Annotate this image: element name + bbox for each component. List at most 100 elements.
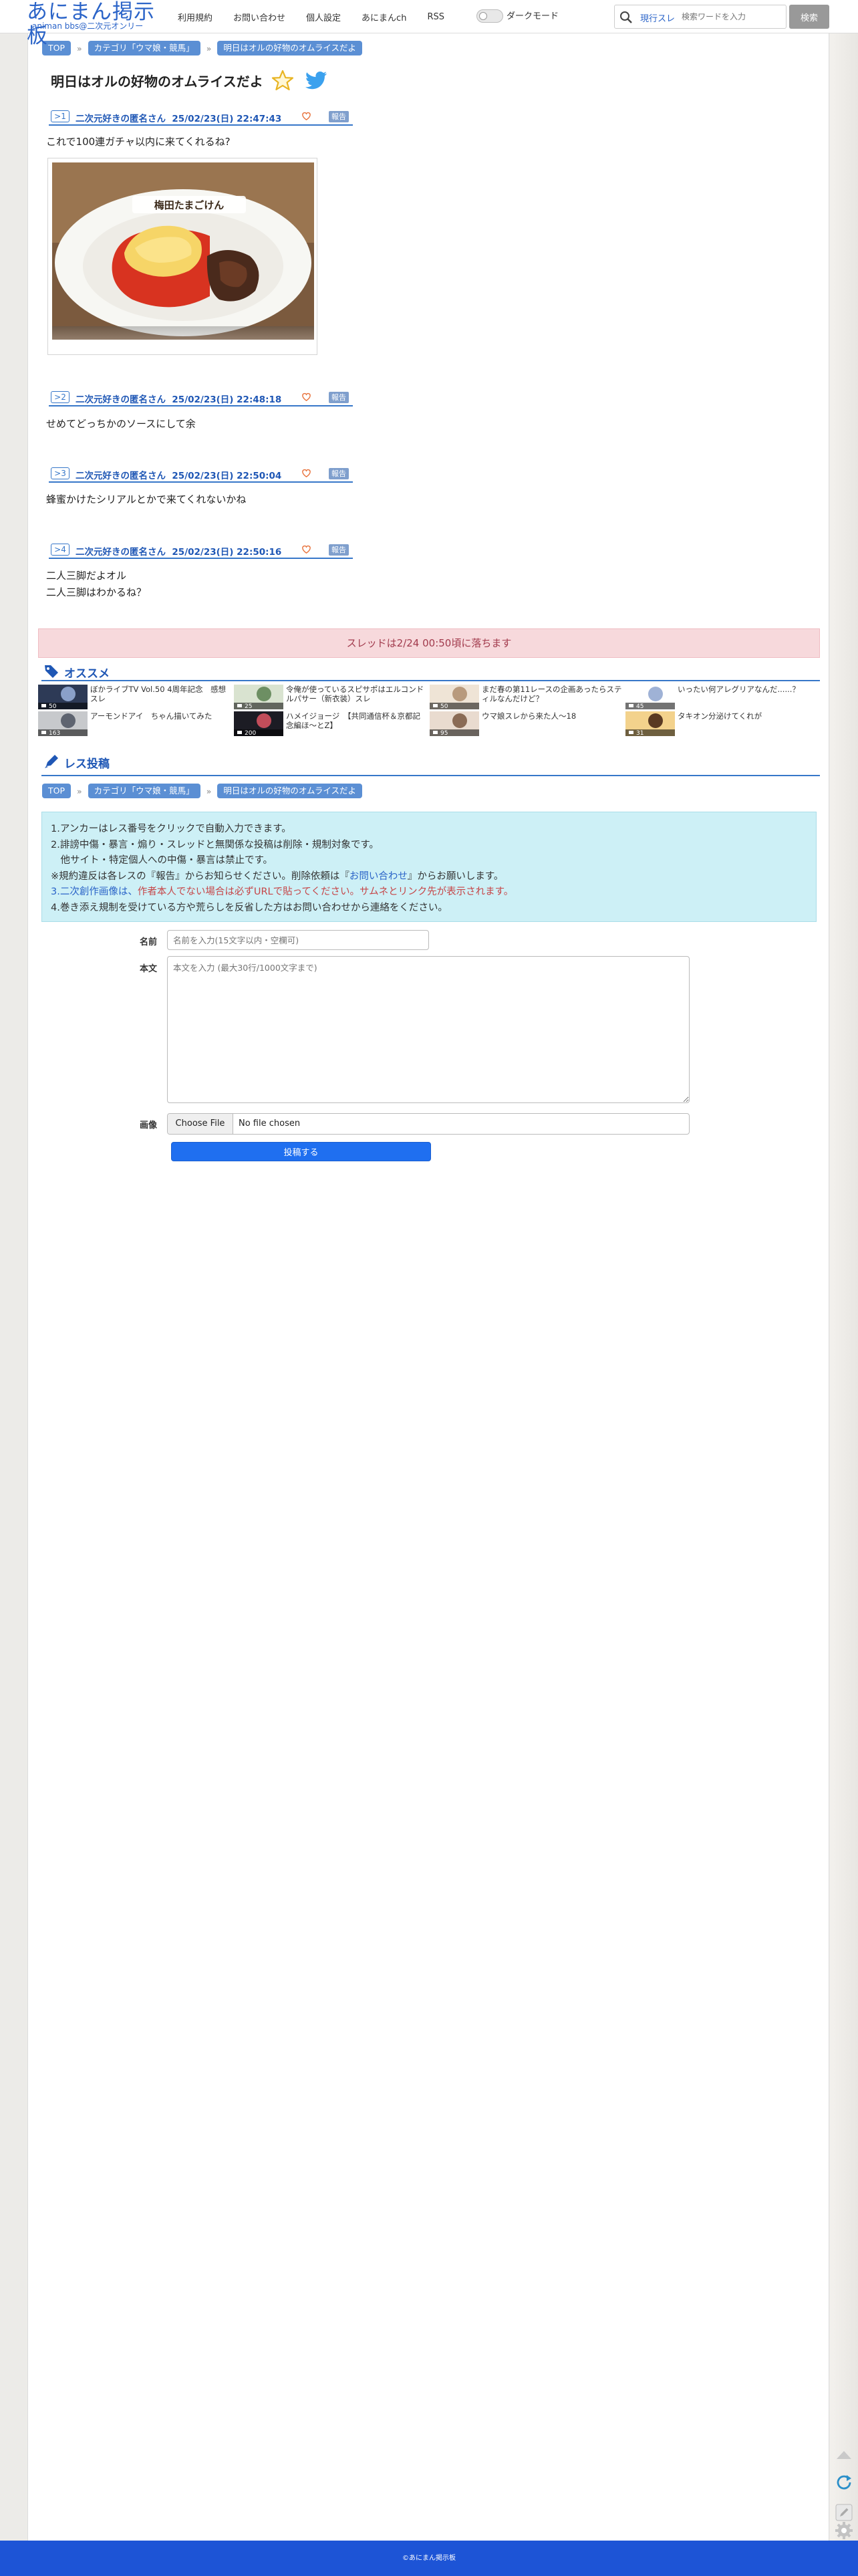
post-number[interactable]: >2	[51, 391, 69, 403]
rule-line: 2.誹謗中傷・暴言・煽り・スレッドと無関係な投稿は削除・規制対象です。	[51, 839, 379, 850]
breadcrumb-bottom: TOP » カテゴリ「ウマ娘・競馬」 » 明日はオルの好物のオムライスだよ	[42, 784, 362, 798]
like-heart-icon[interactable]	[301, 468, 311, 478]
post-author-date: 二次元好きの匿名さん 25/02/23(日) 22:50:04	[76, 468, 281, 481]
recommend-item[interactable]: 25 令俺が使っているスピサポはエルコンドルパサー（新衣装）スレ	[234, 685, 428, 709]
report-button[interactable]: 報告	[329, 468, 349, 479]
recommend-title-text[interactable]: タキオン分泌けてくれが	[678, 711, 818, 731]
post-date: 25/02/23(日) 22:47:43	[172, 114, 282, 124]
name-field[interactable]	[167, 930, 429, 950]
recommend-thumbnail[interactable]: 200	[234, 711, 283, 736]
recommend-item[interactable]: 31 タキオン分泌けてくれが	[625, 711, 819, 736]
edit-icon[interactable]	[834, 2502, 854, 2523]
recommend-count: 45	[636, 703, 644, 709]
breadcrumb-category[interactable]: カテゴリ「ウマ娘・競馬」	[88, 784, 200, 798]
post-author: 二次元好きの匿名さん	[76, 547, 166, 558]
nav-contact[interactable]: お問い合わせ	[233, 11, 285, 23]
dark-mode-toggle[interactable]	[476, 9, 503, 23]
recommend-title: オススメ	[64, 667, 110, 681]
image-sign-text: 梅田たまごけん	[154, 199, 225, 211]
recommend-title-text[interactable]: アーモンドアイ ちゃん描いてみた	[90, 711, 231, 731]
posting-rules: 1.アンカーはレス番号をクリックで自動入力できます。 2.誹謗中傷・暴言・煽り・…	[41, 812, 817, 922]
post-header: >3 二次元好きの匿名さん 25/02/23(日) 22:50:04 報告	[49, 465, 353, 483]
search-icon[interactable]	[619, 11, 633, 24]
post-line: 二人三脚だよオル	[46, 570, 127, 582]
recommend-count: 50	[49, 703, 57, 709]
nav-animanch[interactable]: あにまんch	[362, 11, 406, 23]
post-image[interactable]: 梅田たまごけん	[47, 158, 317, 355]
like-heart-icon[interactable]	[301, 111, 311, 121]
post-body: 蜂蜜かけたシリアルとかで来てくれないかね	[46, 491, 246, 508]
search-scope-select[interactable]: 現行スレ	[640, 11, 675, 24]
rule-text: 3.二次創作画像は、	[51, 887, 138, 897]
reply-title: レス投稿	[64, 757, 110, 771]
pencil-icon	[45, 755, 58, 768]
recommend-item[interactable]: 45 いったい何アレグリアなんだ......？	[625, 685, 819, 709]
like-heart-icon[interactable]	[301, 392, 311, 402]
recommend-item[interactable]: 50 まだ春の第11レースの企画あったらスティルなんだけど？	[430, 685, 623, 709]
site-header: あにまん掲示板 animan bbs@二次元オンリー 利用規約 お問い合わせ 個…	[0, 0, 858, 48]
rule-line: 4.巻き添え規制を受けている方や荒らしを反省した方はお問い合わせから連絡をくださ…	[51, 902, 448, 913]
breadcrumb-thread[interactable]: 明日はオルの好物のオムライスだよ	[217, 41, 362, 55]
recommend-item[interactable]: 200 ハメイジョージ 【共同通信杯＆京都記念編ほ～とZ】	[234, 711, 428, 736]
recommend-thumbnail[interactable]: 25	[234, 685, 283, 709]
recommend-item[interactable]: 163 アーモンドアイ ちゃん描いてみた	[38, 711, 232, 736]
post-date: 25/02/23(日) 22:50:04	[172, 471, 282, 481]
recommend-count: 31	[636, 730, 644, 736]
image-file-input[interactable]: Choose File No file chosen	[167, 1113, 690, 1135]
post-number[interactable]: >4	[51, 544, 69, 556]
recommend-title-text[interactable]: まだ春の第11レースの企画あったらスティルなんだけど？	[482, 685, 622, 705]
settings-gear-icon[interactable]	[834, 2521, 854, 2541]
nav-settings[interactable]: 個人設定	[306, 11, 341, 23]
favorite-star-icon[interactable]	[271, 70, 294, 92]
search-button[interactable]: 検索	[789, 5, 829, 29]
submit-button[interactable]: 投稿する	[171, 1142, 431, 1161]
thread-fall-notice: スレッドは2/24 00:50頃に落ちます	[38, 628, 820, 658]
recommend-thumbnail[interactable]: 31	[625, 711, 675, 736]
report-button[interactable]: 報告	[329, 544, 349, 556]
post-number[interactable]: >3	[51, 467, 69, 479]
divider	[41, 680, 820, 681]
site-footer: ©あにまん掲示板	[0, 2541, 858, 2576]
report-button[interactable]: 報告	[329, 392, 349, 403]
recommend-thumbnail[interactable]: 45	[625, 685, 675, 709]
recommend-title-text[interactable]: ぼかライブTV Vol.50 4周年記念 感想スレ	[90, 685, 231, 705]
divider	[41, 775, 820, 776]
post-header: >4 二次元好きの匿名さん 25/02/23(日) 22:50:16 報告	[49, 542, 353, 559]
body-textarea[interactable]	[167, 956, 690, 1103]
nav-rss[interactable]: RSS	[427, 12, 444, 22]
rule-warning: 作者本人でない場合は必ずURLで貼ってください。サムネとリンク先が表示されます。	[137, 887, 514, 897]
contact-link[interactable]: お問い合わせ	[349, 871, 408, 882]
recommend-title-text[interactable]: 令俺が使っているスピサポはエルコンドルパサー（新衣装）スレ	[286, 685, 426, 705]
recommend-item[interactable]: 50 ぼかライブTV Vol.50 4周年記念 感想スレ	[38, 685, 232, 709]
post-number[interactable]: >1	[51, 110, 69, 122]
breadcrumb-thread[interactable]: 明日はオルの好物のオムライスだよ	[217, 784, 362, 798]
name-label: 名前	[140, 937, 158, 947]
recommend-thumbnail[interactable]: 95	[430, 711, 479, 736]
nav-terms[interactable]: 利用規約	[178, 11, 212, 23]
recommend-title-text[interactable]: いったい何アレグリアなんだ......？	[678, 685, 818, 705]
chevron-right-icon: »	[206, 43, 212, 53]
recommend-title-text[interactable]: ウマ娘スレから来た人～18	[482, 711, 622, 731]
rule-line: 1.アンカーはレス番号をクリックで自動入力できます。	[51, 824, 291, 834]
recommend-thumbnail[interactable]: 50	[430, 685, 479, 709]
header-nav: 利用規約 お問い合わせ 個人設定 あにまんch RSS	[178, 9, 465, 24]
breadcrumb-top[interactable]: TOP	[42, 784, 72, 798]
scroll-top-icon[interactable]	[834, 2446, 854, 2466]
file-status: No file chosen	[239, 1119, 301, 1129]
refresh-icon[interactable]	[834, 2472, 854, 2492]
rule-line: 他サイト・特定個人への中傷・暴言は禁止です。	[51, 855, 273, 866]
chevron-right-icon: »	[77, 786, 82, 796]
twitter-share-icon[interactable]	[305, 71, 327, 91]
site-logo[interactable]: あにまん掲示板 animan bbs@二次元オンリー	[27, 0, 170, 48]
search-box: 現行スレ	[614, 5, 786, 29]
post-line: 二人三脚はわかるね？	[46, 586, 147, 598]
choose-file-button[interactable]: Choose File	[168, 1114, 233, 1134]
report-button[interactable]: 報告	[329, 111, 349, 122]
post-body: これで100連ガチャ以内に来てくれるね?	[46, 134, 231, 150]
recommend-thumbnail[interactable]: 163	[38, 711, 88, 736]
search-input[interactable]	[682, 9, 783, 24]
recommend-thumbnail[interactable]: 50	[38, 685, 88, 709]
recommend-title-text[interactable]: ハメイジョージ 【共同通信杯＆京都記念編ほ～とZ】	[286, 711, 426, 731]
recommend-item[interactable]: 95 ウマ娘スレから来た人～18	[430, 711, 623, 736]
like-heart-icon[interactable]	[301, 544, 311, 554]
